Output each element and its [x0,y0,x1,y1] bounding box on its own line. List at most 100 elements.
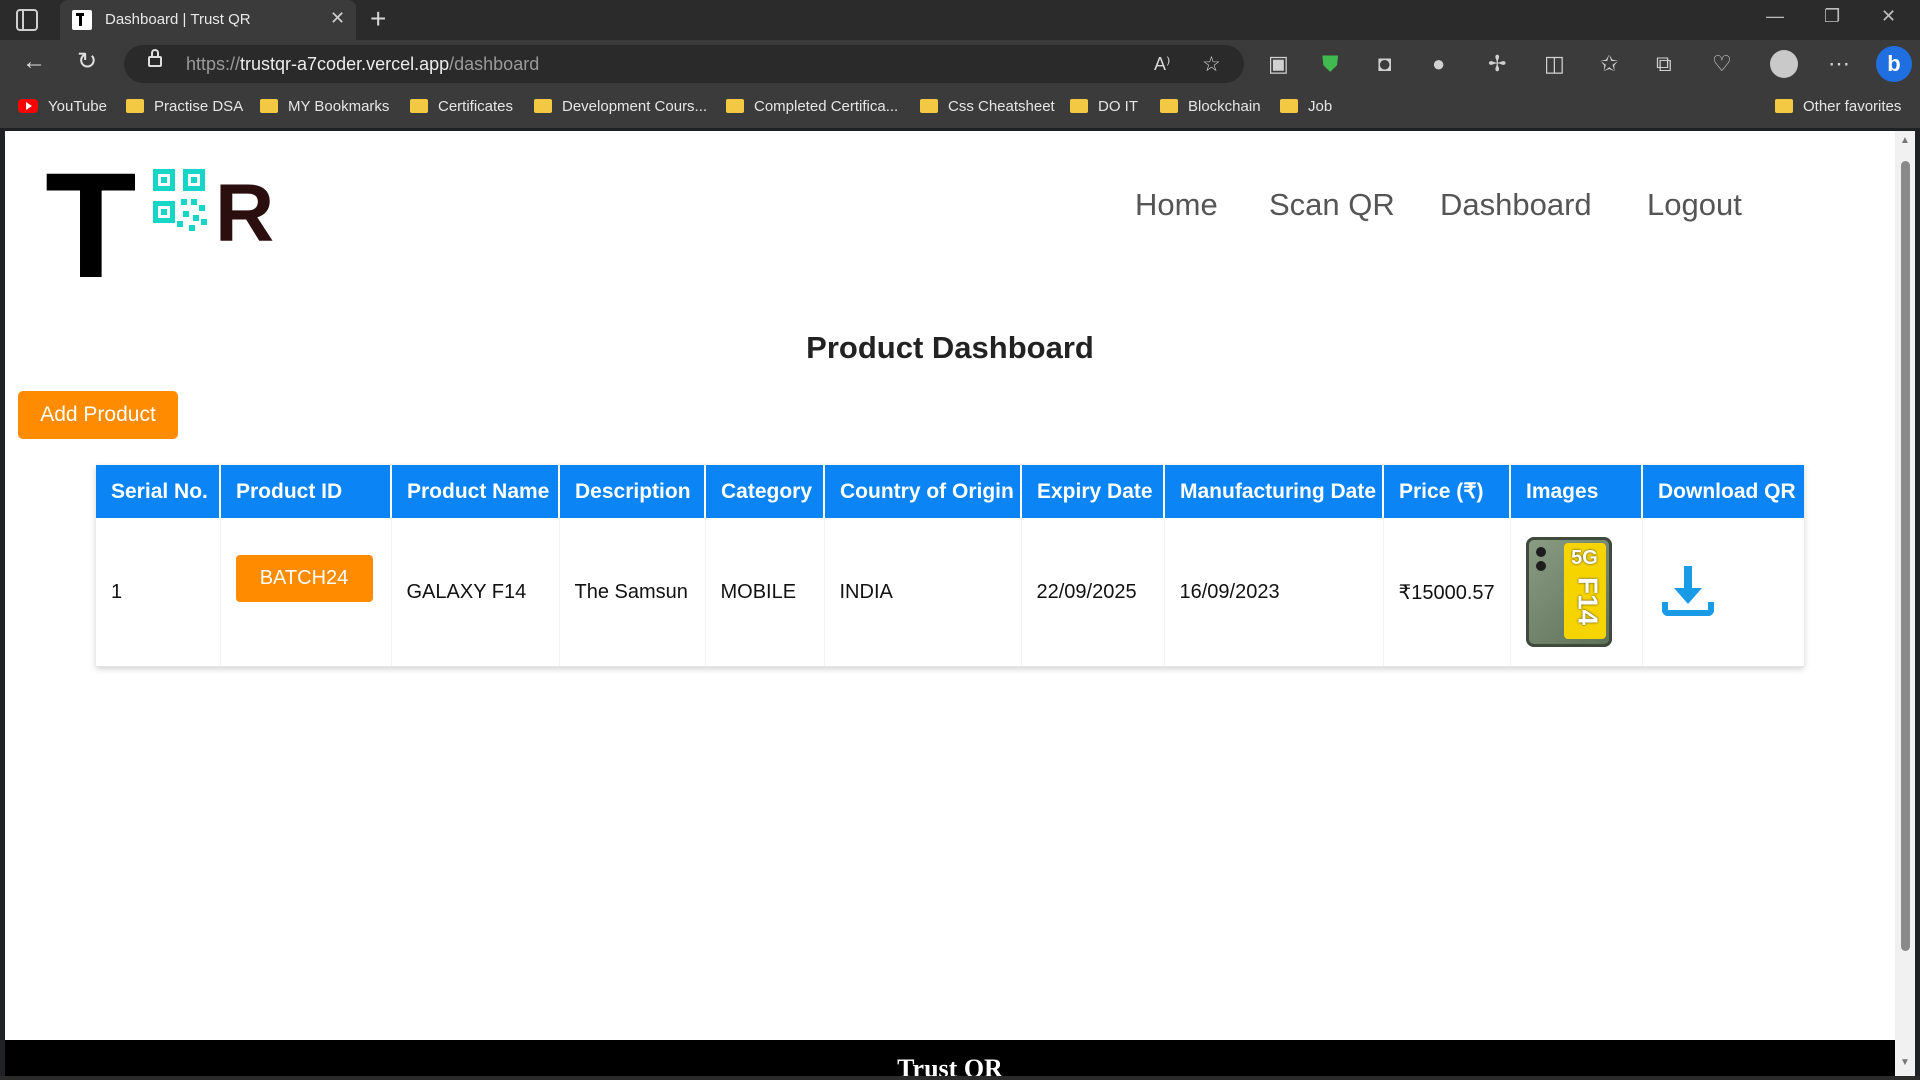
site-favicon-icon [72,10,92,30]
download-icon[interactable] [1658,562,1718,622]
cell-expiry-date: 22/09/2025 [1021,518,1165,667]
cell-description: The Samsun [559,518,706,667]
cell-manufacturing-date: 16/09/2023 [1164,518,1384,667]
folder-icon [1280,99,1298,113]
header-manufacturing-date: Manufacturing Date [1164,465,1384,518]
profile-avatar[interactable] [1770,50,1798,78]
read-aloud-icon[interactable]: A⁾ [1154,54,1170,75]
image-5g-text: 5G [1571,547,1598,569]
bookmark-do-it[interactable]: DO IT [1070,98,1138,115]
product-table: Serial No. Product ID Product Name Descr… [96,465,1804,667]
browser-essentials-icon[interactable]: ♡ [1712,52,1732,76]
restore-icon[interactable]: ❐ [1824,6,1840,27]
extension-4-icon[interactable]: ● [1432,52,1445,76]
add-product-button[interactable]: Add Product [18,391,178,439]
minimize-icon[interactable]: — [1766,6,1784,27]
cell-serial: 1 [96,518,221,667]
cell-price: ₹15000.57 [1383,518,1511,667]
header-product-id: Product ID [220,465,392,518]
folder-icon [126,99,144,113]
folder-icon [534,99,552,113]
scroll-up-icon[interactable]: ▲ [1900,135,1910,146]
cell-download-qr [1642,518,1804,667]
bookmark-job[interactable]: Job [1280,98,1332,115]
folder-icon [726,99,744,113]
header-category: Category [705,465,825,518]
cell-category: MOBILE [705,518,825,667]
table-row: 1 BATCH24 GALAXY F14 The Samsun MOBILE I… [96,518,1804,667]
bookmark-my-bookmarks[interactable]: MY Bookmarks [260,98,389,115]
cell-product-id: BATCH24 [220,518,392,667]
trust-qr-logo[interactable]: T R [45,149,295,289]
tab-close-icon[interactable]: ✕ [330,8,345,29]
header-product-name: Product Name [391,465,560,518]
scroll-thumb[interactable] [1901,161,1910,951]
header-description: Description [559,465,706,518]
page-title: Product Dashboard [806,330,1094,365]
folder-icon [1070,99,1088,113]
folder-icon [410,99,428,113]
folder-icon [1775,99,1793,113]
product-id-button[interactable]: BATCH24 [235,554,373,602]
nav-home[interactable]: Home [1135,187,1218,223]
web-page: T R Home Scan QR Dashboard Logout Produc… [5,131,1895,1076]
tab-actions-icon[interactable] [16,9,38,31]
collections-icon[interactable]: ⧉ [1656,52,1672,76]
bookmark-youtube[interactable]: YouTube [18,98,107,115]
split-screen-icon[interactable]: ◫ [1544,52,1565,76]
favorite-star-icon[interactable]: ☆ [1202,52,1221,77]
scroll-down-icon[interactable]: ▼ [1900,1057,1910,1068]
folder-icon [1160,99,1178,113]
cell-image: 5G F14 [1510,518,1643,667]
new-tab-icon[interactable]: + [370,3,386,35]
page-scrollbar[interactable]: ▲ ▼ [1895,131,1915,1076]
svg-text:R: R [215,168,274,259]
nav-dashboard[interactable]: Dashboard [1440,187,1592,223]
address-bar[interactable]: https://trustqr-a7coder.vercel.app/dashb… [124,45,1244,83]
window-close-icon[interactable]: ✕ [1881,6,1896,27]
table-header-row: Serial No. Product ID Product Name Descr… [96,465,1804,518]
image-model-text: F14 [1572,577,1604,626]
favorites-icon[interactable]: ✩ [1600,52,1618,76]
extensions-puzzle-icon[interactable]: ✢ [1488,52,1506,76]
header-download-qr: Download QR [1642,465,1804,518]
extension-1-icon[interactable]: ▣ [1268,52,1289,76]
more-options-icon[interactable]: ⋯ [1828,52,1850,76]
back-icon[interactable]: ← [22,50,46,74]
camera-lens-icon [1535,547,1546,557]
window-bottom-edge [0,1076,1920,1080]
product-image-badge: 5G F14 [1563,543,1606,639]
nav-logout[interactable]: Logout [1647,187,1742,223]
header-country-of-origin: Country of Origin [824,465,1022,518]
header-price: Price (₹) [1383,465,1511,518]
shield-extension-icon[interactable]: ⛊ [1322,52,1339,76]
header-serial-no: Serial No. [96,465,221,518]
bookmark-completed-certificates[interactable]: Completed Certifica... [726,98,898,115]
svg-text:T: T [45,149,137,289]
bookmark-blockchain[interactable]: Blockchain [1160,98,1261,115]
tab-title: Dashboard | Trust QR [105,11,251,28]
footer-title: Trust QR [897,1054,1003,1076]
bookmark-other-favorites[interactable]: Other favorites [1775,98,1901,115]
bookmark-css-cheatsheet[interactable]: Css Cheatsheet [920,98,1055,115]
folder-icon [260,99,278,113]
lock-icon[interactable] [148,49,162,67]
bookmark-practise-dsa[interactable]: Practise DSA [126,98,243,115]
bing-copilot-icon[interactable]: b [1876,46,1912,82]
browser-tab[interactable]: Dashboard | Trust QR ✕ [60,0,356,40]
bookmark-development-courses[interactable]: Development Cours... [534,98,707,115]
site-footer: Trust QR [5,1040,1895,1076]
nav-scan-qr[interactable]: Scan QR [1269,187,1395,223]
header-expiry-date: Expiry Date [1021,465,1165,518]
folder-icon [920,99,938,113]
browser-toolbar: ← ↻ https://trustqr-a7coder.vercel.app/d… [0,40,1920,88]
reload-icon[interactable]: ↻ [77,50,97,74]
cell-product-name: GALAXY F14 [391,518,560,667]
youtube-icon [18,99,38,113]
product-image[interactable]: 5G F14 [1525,537,1612,647]
bookmark-certificates[interactable]: Certificates [410,98,513,115]
camera-lens-icon [1535,561,1546,571]
url-text[interactable]: https://trustqr-a7coder.vercel.app/dashb… [186,54,539,75]
cell-country: INDIA [824,518,1022,667]
extension-3-icon[interactable]: ◘ [1378,52,1391,76]
